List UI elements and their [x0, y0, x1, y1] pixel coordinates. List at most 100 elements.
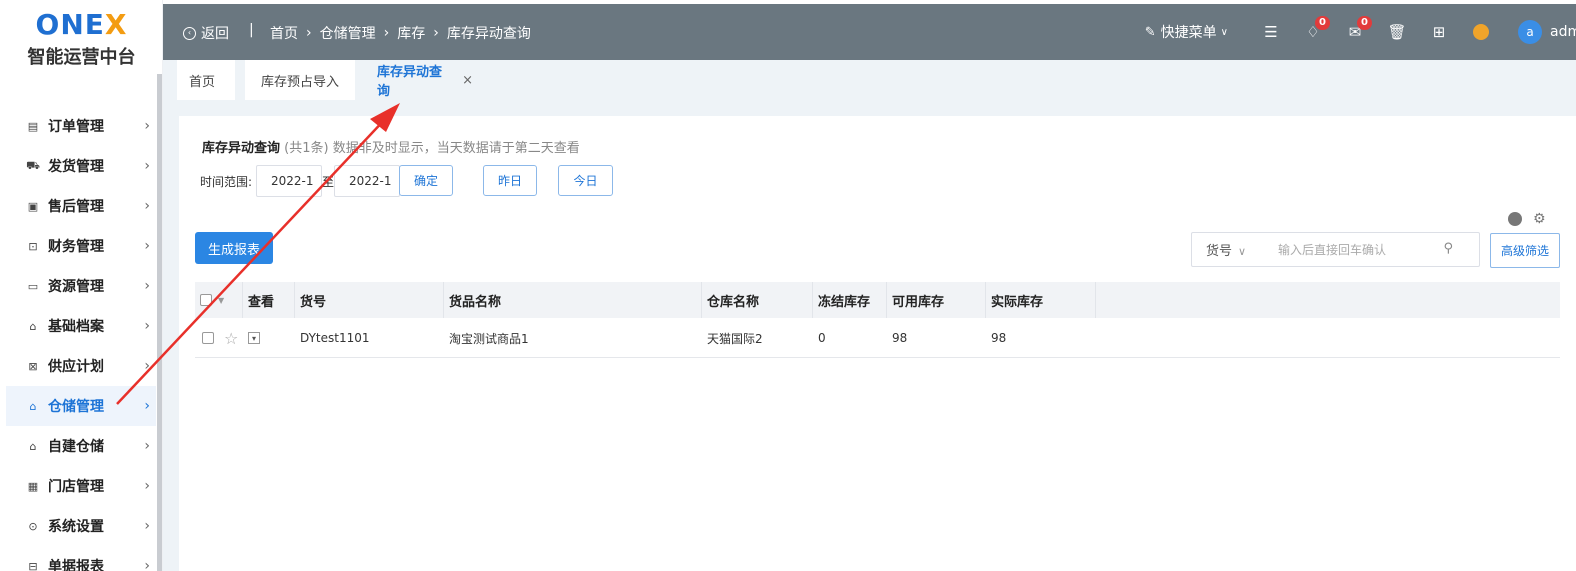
- col-view: 查看: [243, 282, 295, 318]
- sidebar-menu: ▤ 订单管理 › ⛟ 发货管理 › ▣ 售后管理 › ⊡ 财务管理 › ▭ 资源管理 › ⌂ 基础档案…: [6, 106, 156, 571]
- tab-home[interactable]: 首页: [177, 60, 235, 100]
- sidebar-item-report[interactable]: ⊟ 单据报表 ›: [6, 546, 156, 571]
- expand-icon[interactable]: ▾: [248, 332, 260, 344]
- page-title: 库存异动查询 (共1条) 数据非及时显示，当天数据请于第二天查看: [202, 141, 580, 156]
- sidebar-item-resource[interactable]: ▭ 资源管理 ›: [6, 266, 156, 306]
- search-input[interactable]: [1278, 242, 1438, 257]
- chevron-right-icon: ›: [144, 478, 150, 494]
- sidebar-item-aftersale[interactable]: ▣ 售后管理 ›: [6, 186, 156, 226]
- sidebar-item-settings[interactable]: ⊙ 系统设置 ›: [6, 506, 156, 546]
- apps-grid-icon[interactable]: ⊞: [1430, 23, 1448, 41]
- date-from-input[interactable]: 2022-1: [256, 165, 322, 197]
- order-icon: ▤: [27, 119, 39, 133]
- top-header: ‹ 返回 | 首页 › 仓储管理 › 库存 › 库存异动查询 ✎ 快捷菜单 ∨ ☰ ♢…: [163, 4, 1576, 60]
- username[interactable]: admin: [1550, 24, 1576, 40]
- cell-product-name: 淘宝测试商品1: [449, 331, 529, 346]
- select-all-cell: ▼: [195, 282, 243, 318]
- col-product-name: 货品名称: [444, 282, 702, 318]
- yesterday-button[interactable]: 昨日: [483, 165, 537, 196]
- tab-stock-preoccupy-import[interactable]: 库存预占导入: [245, 60, 355, 100]
- sidebar-scrollbar[interactable]: [157, 74, 162, 571]
- chevron-right-icon: ›: [144, 158, 150, 174]
- cell-sku: DYtest1101: [300, 331, 370, 345]
- search-field-select[interactable]: 货号 ∨: [1192, 240, 1262, 259]
- chevron-right-icon: ›: [306, 25, 312, 41]
- refresh-icon[interactable]: [1508, 212, 1522, 226]
- tab-stock-change-query[interactable]: 库存异动查询 ×: [365, 60, 485, 100]
- sidebar-item-self-warehouse[interactable]: ⌂ 自建仓储 ›: [6, 426, 156, 466]
- back-arrow-icon: ‹: [183, 26, 196, 40]
- table-row[interactable]: ☆ ▾ DYtest1101 淘宝测试商品1 天猫国际2 0 98 98: [195, 318, 1560, 358]
- search-icon[interactable]: ⚲: [1443, 241, 1453, 256]
- close-icon[interactable]: ×: [462, 73, 473, 88]
- logo: ONEX 智能运营中台: [0, 8, 163, 69]
- table-header: ▼ 查看 货号 货品名称 仓库名称 冻结库存 可用库存 实际库存: [195, 282, 1560, 318]
- page-note: (共1条) 数据非及时显示，当天数据请于第二天查看: [284, 141, 580, 156]
- cell-warehouse: 天猫国际2: [707, 331, 763, 346]
- mail-icon[interactable]: ✉ 0: [1346, 16, 1372, 41]
- cell-actual-stock: 98: [991, 331, 1007, 345]
- pin-icon: ✎: [1144, 24, 1156, 40]
- cell-frozen-stock: 0: [818, 331, 826, 345]
- breadcrumb: 首页 › 仓储管理 › 库存 › 库存异动查询: [270, 23, 531, 43]
- generate-report-button[interactable]: 生成报表: [195, 232, 273, 264]
- bell-icon[interactable]: ♢ 0: [1304, 16, 1330, 41]
- chevron-down-icon: ∨: [1238, 245, 1247, 258]
- sidebar-item-store[interactable]: ▦ 门店管理 ›: [6, 466, 156, 506]
- chevron-right-icon: ›: [144, 358, 150, 374]
- truck-icon: ⛟: [26, 158, 40, 172]
- col-available-stock: 可用库存: [887, 282, 986, 318]
- col-actual-stock: 实际库存: [986, 282, 1096, 318]
- warehouse-icon: ⌂: [29, 399, 37, 413]
- theme-icon[interactable]: [1472, 23, 1490, 41]
- chevron-right-icon: ›: [144, 118, 150, 134]
- sidebar-item-warehouse[interactable]: ⌂ 仓储管理 ›: [6, 386, 156, 426]
- trash-icon[interactable]: 🗑: [1387, 23, 1406, 41]
- sidebar-item-shipping[interactable]: ⛟ 发货管理 ›: [6, 146, 156, 186]
- supply-icon: ⊠: [28, 359, 38, 373]
- sidebar-item-supply[interactable]: ⊠ 供应计划 ›: [6, 346, 156, 386]
- chevron-right-icon: ›: [144, 318, 150, 334]
- chevron-right-icon: ›: [383, 25, 390, 41]
- advanced-filter-button[interactable]: 高级筛选: [1490, 233, 1560, 268]
- back-button[interactable]: ‹ 返回: [183, 23, 229, 43]
- header-actions: ✎快捷菜单∨ ☰ ♢0 ✉0 🗑 ⊞ a admin: [1145, 4, 1576, 60]
- avatar[interactable]: a: [1518, 20, 1542, 44]
- search-box: 货号∨ ⚲: [1191, 232, 1480, 267]
- sidebar-item-finance[interactable]: ⊡ 财务管理 ›: [6, 226, 156, 266]
- sidebar-item-archive[interactable]: ⌂ 基础档案 ›: [6, 306, 156, 346]
- chevron-right-icon: ›: [144, 438, 150, 454]
- today-button[interactable]: 今日: [558, 165, 613, 196]
- chevron-down-icon: ∨: [1220, 26, 1228, 38]
- chevron-right-icon: ›: [144, 398, 150, 414]
- select-all-checkbox[interactable]: [200, 294, 212, 306]
- finance-icon: ⊡: [28, 239, 38, 253]
- star-icon[interactable]: ☆: [224, 329, 238, 348]
- quick-menu-button[interactable]: ✎ 快捷菜单 ∨: [1145, 22, 1228, 42]
- gear-icon[interactable]: ⚙: [1533, 211, 1546, 227]
- header-separator: |: [249, 22, 254, 38]
- breadcrumb-home[interactable]: 首页: [270, 23, 298, 43]
- sidebar: ONEX 智能运营中台 ▤ 订单管理 › ⛟ 发货管理 › ▣ 售后管理 › ⊡ 财务管理 › …: [0, 0, 163, 571]
- sidebar-item-order[interactable]: ▤ 订单管理 ›: [6, 106, 156, 146]
- home-warehouse-icon: ⌂: [29, 439, 37, 453]
- logo-subtitle: 智能运营中台: [27, 47, 136, 68]
- store-icon: ▦: [27, 479, 39, 493]
- report-icon: ⊟: [28, 559, 38, 571]
- row-checkbox[interactable]: [202, 332, 214, 344]
- list-icon[interactable]: ☰: [1262, 23, 1280, 41]
- date-to-input[interactable]: 2022-1: [334, 165, 400, 197]
- to-label: 至: [322, 175, 335, 189]
- confirm-button[interactable]: 确定: [399, 165, 453, 196]
- chevron-right-icon: ›: [144, 518, 150, 534]
- time-range-label: 时间范围:: [200, 175, 253, 189]
- logo-mark: ONEX: [35, 8, 128, 41]
- chevron-down-icon[interactable]: ▼: [218, 296, 224, 305]
- col-warehouse: 仓库名称: [702, 282, 813, 318]
- breadcrumb-stock[interactable]: 库存: [397, 23, 425, 43]
- chevron-right-icon: ›: [433, 25, 439, 41]
- settings-icon: ⊙: [28, 519, 38, 533]
- col-sku: 货号: [295, 282, 444, 318]
- breadcrumb-warehouse[interactable]: 仓储管理: [320, 23, 376, 43]
- archive-icon: ⌂: [29, 319, 37, 333]
